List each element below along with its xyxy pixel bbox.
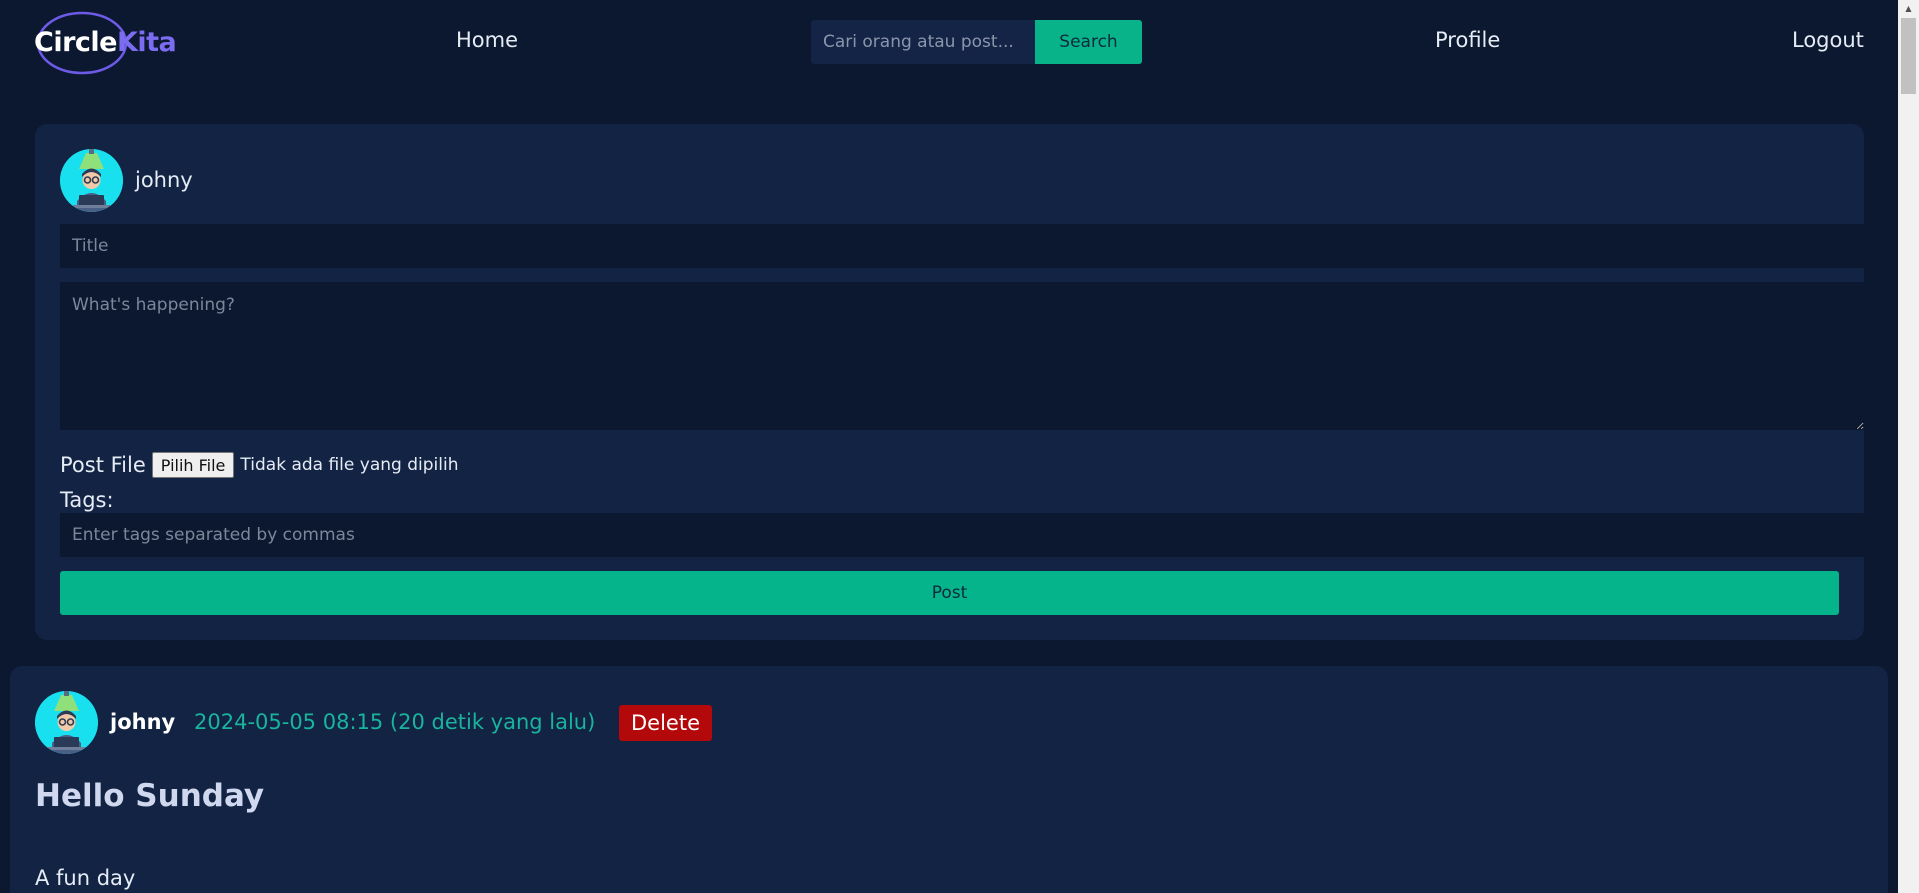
avatar [60,149,123,212]
search-button[interactable]: Search [1035,20,1142,64]
tags-label: Tags: [60,488,114,512]
nav-home[interactable]: Home [456,28,518,52]
nav-logout[interactable]: Logout [1792,28,1864,52]
file-label: Post File [60,453,146,477]
search-form: Search [811,20,1142,64]
post-button[interactable]: Post [60,571,1839,615]
page-scrollbar[interactable]: ▲ [1898,0,1919,893]
tags-input[interactable] [60,513,1864,557]
user-avatar-icon [60,149,123,212]
nav-profile[interactable]: Profile [1435,28,1500,52]
post-body: A fun day [35,866,136,890]
choose-file-button[interactable]: Pilih File [151,452,235,478]
post-composer: johny Post File Pilih File Tidak ada fil… [35,124,1864,640]
file-status: Tidak ada file yang dipilih [240,455,459,475]
logo-text: CircleKita [34,27,177,58]
search-input[interactable] [811,20,1035,64]
post-title: Hello Sunday [35,778,265,814]
post-author[interactable]: johny [110,710,175,734]
title-input[interactable] [60,224,1864,268]
user-avatar-icon [35,691,98,754]
logo[interactable]: CircleKita [34,10,177,76]
composer-username: johny [135,168,193,192]
avatar[interactable] [35,691,98,754]
delete-button[interactable]: Delete [619,705,712,741]
scroll-up-icon[interactable]: ▲ [1898,0,1919,17]
file-upload-row: Post File Pilih File Tidak ada file yang… [60,450,458,480]
post-card: johny 2024-05-05 08:15 (20 detik yang la… [10,666,1888,893]
post-timestamp: 2024-05-05 08:15 (20 detik yang lalu) [194,710,596,734]
body-textarea[interactable] [60,282,1864,430]
scroll-thumb[interactable] [1901,18,1916,94]
navbar: CircleKita Home Search Profile Logout [0,0,1898,84]
